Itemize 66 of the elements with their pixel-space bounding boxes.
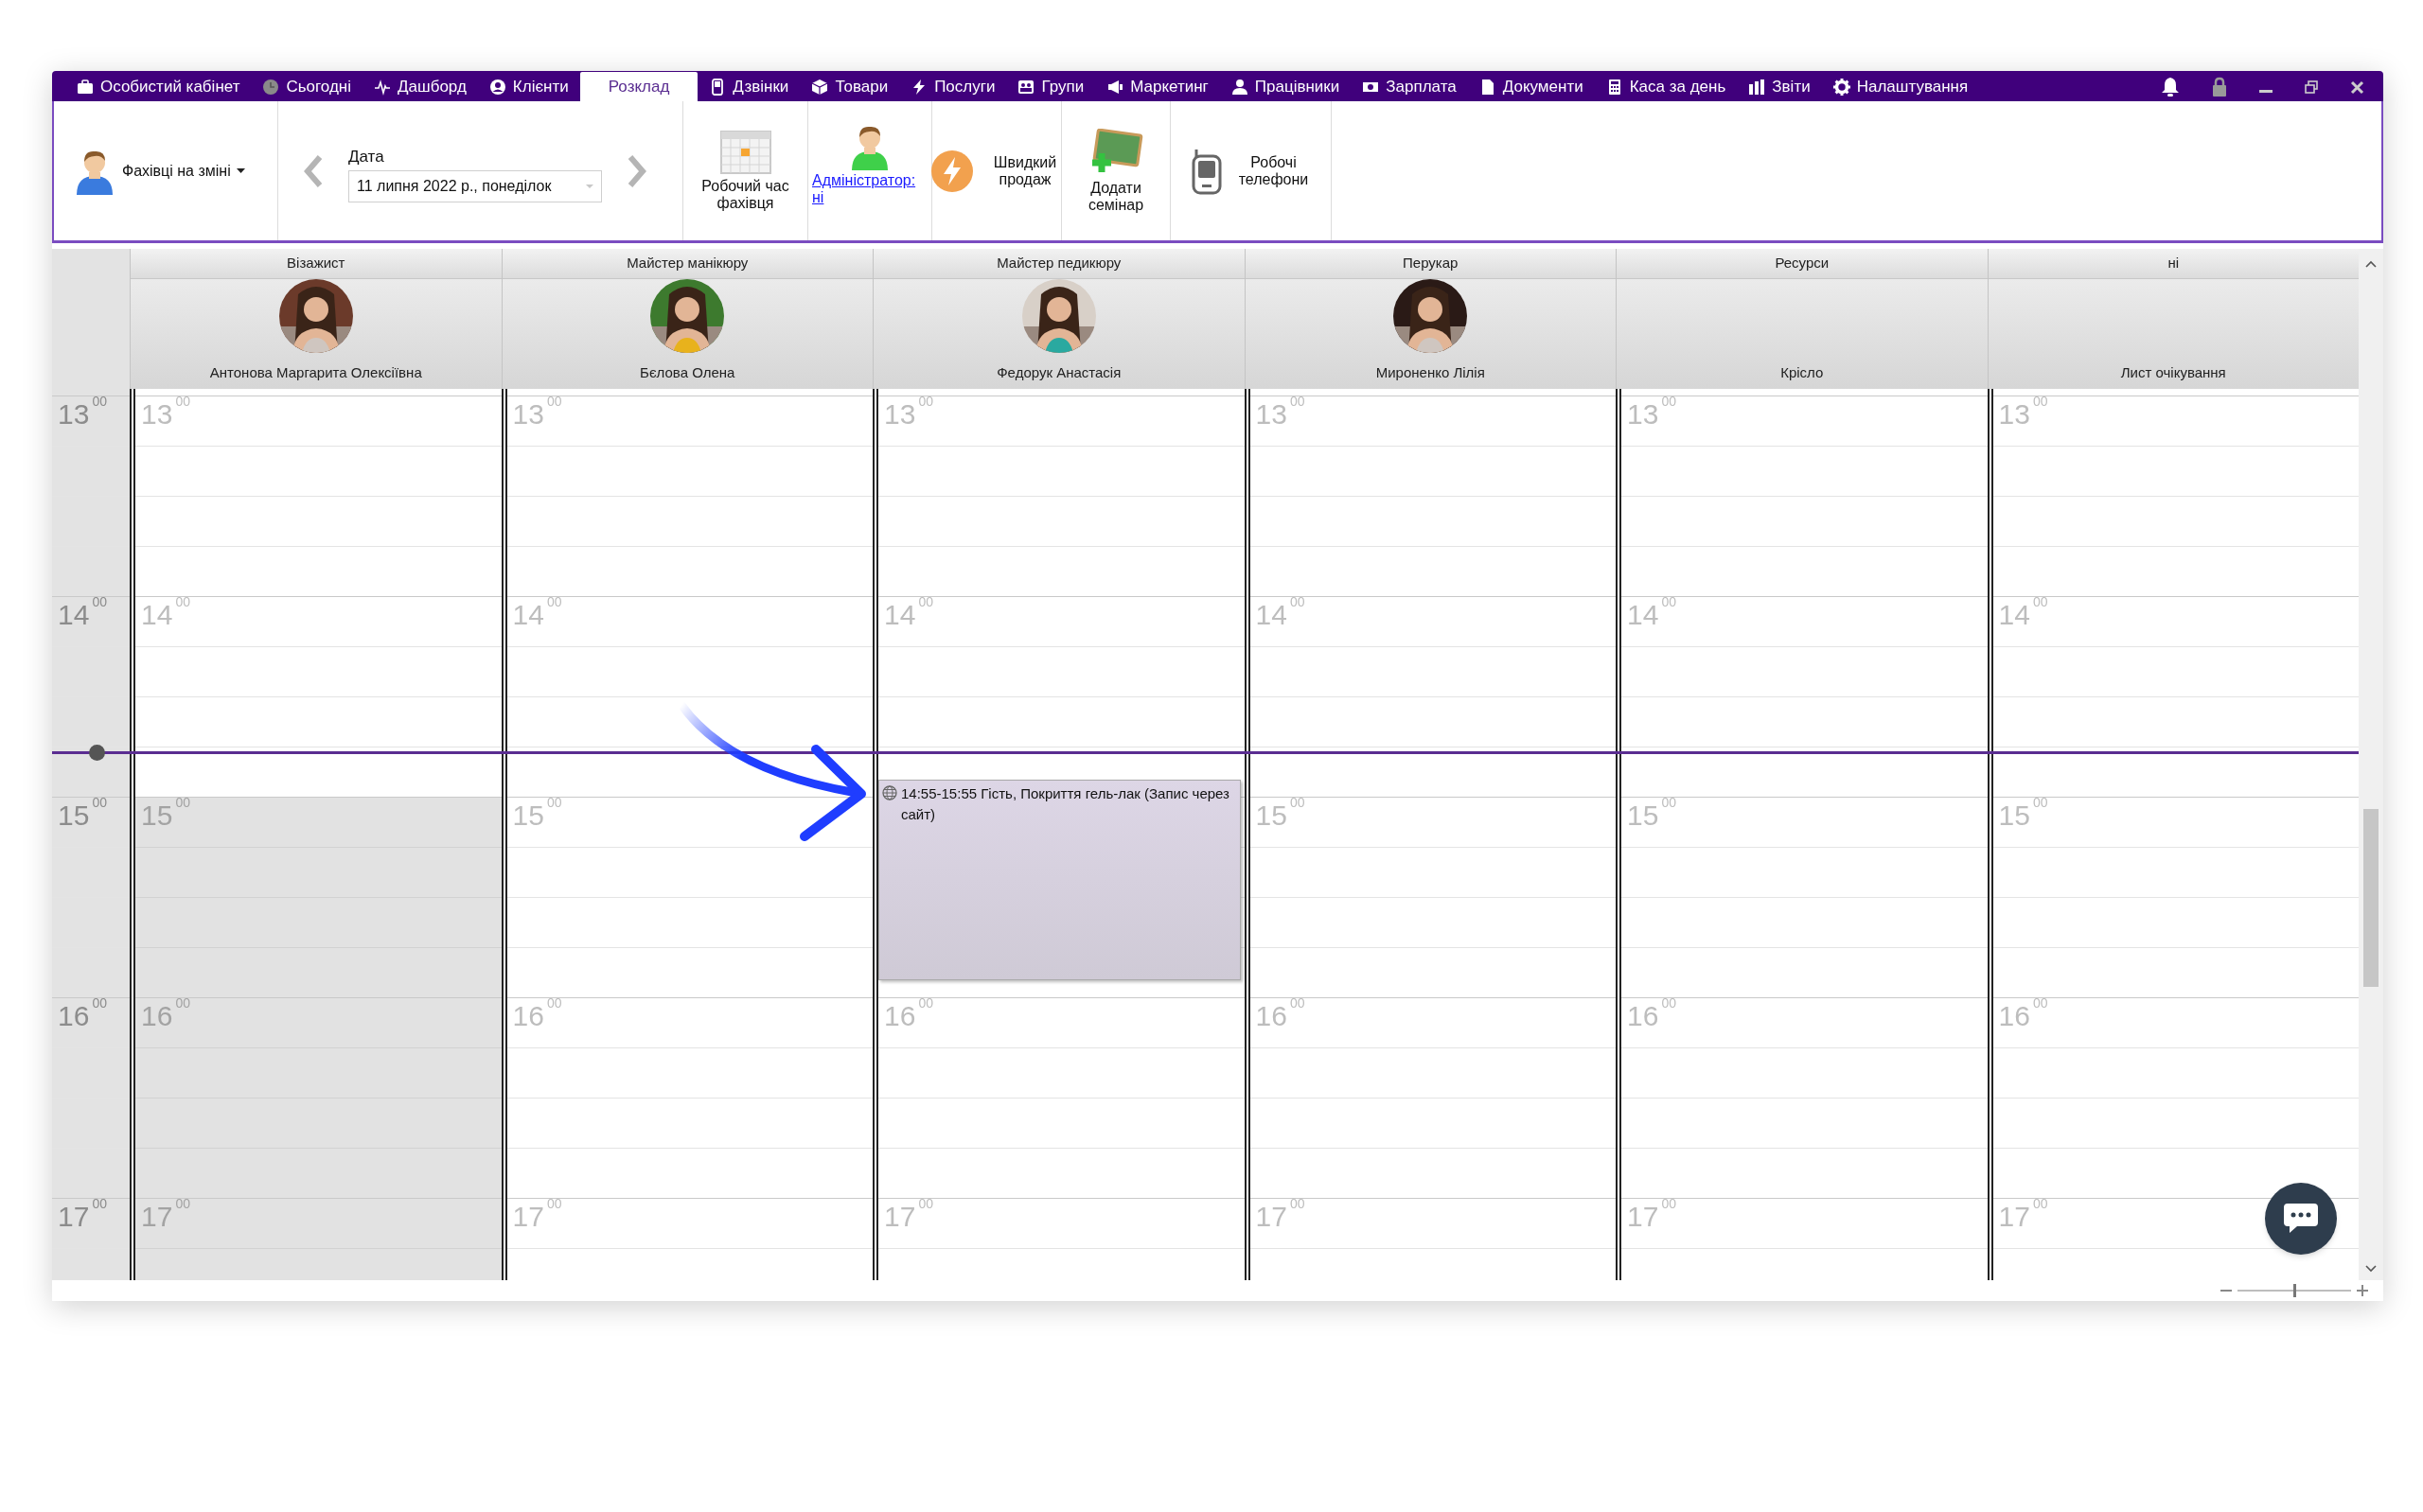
menu-tab[interactable]: Документи — [1467, 73, 1595, 101]
column-role: Ресурси — [1775, 254, 1830, 273]
menu-tab[interactable]: Зарплата — [1351, 73, 1468, 101]
box-icon — [811, 79, 829, 96]
menu-tab[interactable]: Клієнти — [477, 73, 580, 101]
briefcase-icon — [77, 79, 94, 96]
menu-tab[interactable]: Маркетинг — [1095, 73, 1220, 101]
lock-icon[interactable] — [2212, 77, 2227, 97]
scroll-down-icon[interactable] — [2365, 1265, 2377, 1273]
menu-tab[interactable]: Звіти — [1737, 73, 1822, 101]
chat-icon — [2282, 1202, 2320, 1236]
column-name: Крісло — [1780, 362, 1824, 382]
column-name: Федорук Анастасія — [997, 362, 1122, 382]
column-role: Майстер манікюру — [627, 254, 749, 273]
toolbar-button[interactable]: Додати семінар — [1064, 128, 1168, 214]
menu-tab[interactable]: Працівники — [1219, 73, 1352, 101]
pulse-icon — [374, 79, 392, 96]
column-name: Бєлова Олена — [640, 362, 735, 382]
menu-tab[interactable]: Розклад — [579, 72, 699, 101]
administrator-link[interactable]: Адміністратор: ні — [812, 171, 928, 206]
calendar-icon — [719, 130, 771, 174]
column-role: Майстер педикюру — [997, 254, 1122, 273]
user-icon — [488, 79, 506, 96]
appointment[interactable]: 14:55-15:55 Гість, Покриття гель-лак (Запис через сайт) — [878, 780, 1241, 980]
date-field[interactable]: 11 липня 2022 р., понеділок — [348, 170, 602, 203]
mobile-phone-icon — [1190, 147, 1223, 195]
menu-tab[interactable]: Товари — [800, 73, 900, 101]
column-name: Мироненко Лілія — [1375, 362, 1485, 382]
caret-down-icon — [586, 185, 593, 189]
caret-down-icon — [236, 168, 245, 173]
group-icon — [1017, 79, 1035, 96]
column-role: Візажист — [287, 254, 345, 273]
scrollbar[interactable] — [2359, 249, 2383, 1280]
bell-icon[interactable] — [2161, 77, 2180, 97]
toolbar-button[interactable]: Швидкий продаж — [930, 149, 1063, 193]
person-icon — [1230, 79, 1248, 96]
globe-icon — [882, 785, 897, 800]
column-role: Перукар — [1403, 254, 1459, 273]
megaphone-icon — [1106, 79, 1124, 96]
restore-icon[interactable] — [2305, 80, 2318, 94]
scrollbar-thumb[interactable] — [2363, 809, 2379, 987]
menu-tab[interactable]: Особистий кабінет — [65, 73, 252, 101]
column-name: Лист очікування — [2120, 362, 2226, 382]
zoom-slider[interactable] — [2237, 1284, 2351, 1297]
zoom-in-icon[interactable] — [2357, 1285, 2368, 1296]
clock-icon — [262, 79, 280, 96]
settings-icon — [1832, 79, 1850, 96]
staff-on-shift-button[interactable]: Фахівці на зміні — [73, 147, 245, 195]
bar-chart-icon — [1748, 79, 1766, 96]
toolbar-button[interactable]: Робочі телефони — [1190, 147, 1312, 195]
scroll-up-icon[interactable] — [2365, 260, 2377, 268]
menu-tab[interactable]: Каса за день — [1594, 73, 1738, 101]
menu-tab[interactable]: Групи — [1006, 73, 1096, 101]
menu-tab[interactable]: Дзвінки — [698, 73, 801, 101]
menu-tab[interactable]: Послуги — [899, 73, 1007, 101]
lightning-icon — [930, 149, 974, 193]
date-label: Дата — [348, 146, 385, 167]
column-role: ні — [2167, 254, 2180, 273]
menu-tab[interactable]: Сьогодні — [251, 73, 363, 101]
close-icon[interactable] — [2350, 79, 2364, 95]
column-name: Антонова Маргарита Олексіївна — [209, 362, 422, 382]
zoom-out-icon[interactable] — [2220, 1289, 2232, 1292]
menu-tab[interactable]: Налаштування — [1821, 73, 1980, 101]
toolbar-button[interactable]: Робочий час фахівця — [693, 130, 798, 212]
menu-tab[interactable]: Дашборд — [363, 73, 478, 101]
slider-thumb[interactable] — [2292, 1284, 2296, 1297]
